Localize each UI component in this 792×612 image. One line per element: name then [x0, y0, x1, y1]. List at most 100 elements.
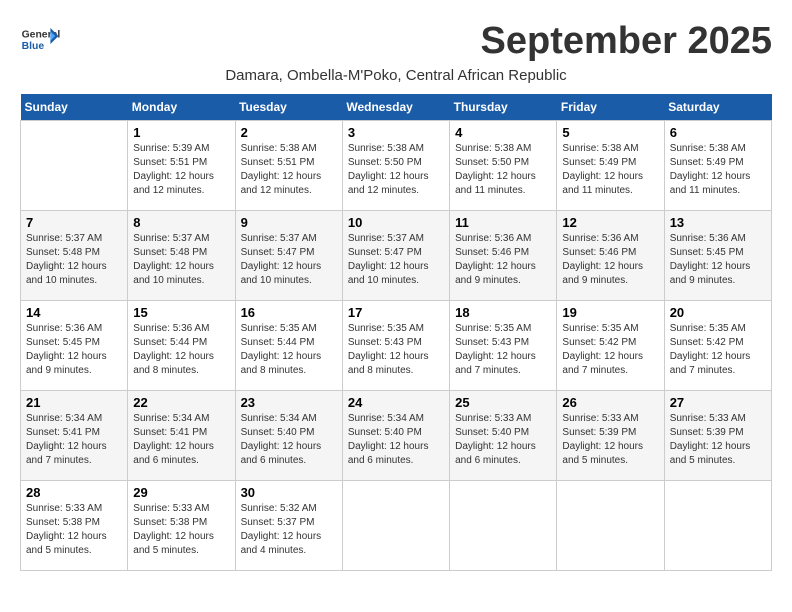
day-number: 12 — [562, 215, 658, 230]
day-info: Sunrise: 5:37 AM Sunset: 5:48 PM Dayligh… — [133, 232, 229, 288]
day-cell: 7 Sunrise: 5:37 AM Sunset: 5:48 PM Daylig… — [21, 211, 128, 301]
day-cell: 18 Sunrise: 5:35 AM Sunset: 5:43 PM Dayli… — [450, 301, 557, 391]
day-number: 18 — [455, 305, 551, 320]
header-cell-wednesday: Wednesday — [342, 94, 449, 121]
week-row-5: 28 Sunrise: 5:33 AM Sunset: 5:38 PM Dayli… — [21, 481, 772, 571]
day-number: 14 — [26, 305, 122, 320]
day-cell: 11Sunrise: 5:36 AM Sunset: 5:46 PM Dayli… — [450, 211, 557, 301]
day-cell: 21 Sunrise: 5:34 AM Sunset: 5:41 PM Dayli… — [21, 391, 128, 481]
day-cell — [664, 481, 771, 571]
day-number: 7 — [26, 215, 122, 230]
day-info: Sunrise: 5:33 AM Sunset: 5:38 PM Dayligh… — [26, 502, 122, 558]
logo: General Blue — [20, 20, 64, 60]
day-info: Sunrise: 5:36 AM Sunset: 5:45 PM Dayligh… — [26, 322, 122, 378]
day-number: 10 — [348, 215, 444, 230]
day-number: 30 — [241, 485, 337, 500]
day-cell: 24 Sunrise: 5:34 AM Sunset: 5:40 PM Dayli… — [342, 391, 449, 481]
day-info: Sunrise: 5:36 AM Sunset: 5:45 PM Dayligh… — [670, 232, 766, 288]
header-cell-saturday: Saturday — [664, 94, 771, 121]
day-cell: 4 Sunrise: 5:38 AM Sunset: 5:50 PM Daylig… — [450, 121, 557, 211]
day-info: Sunrise: 5:39 AM Sunset: 5:51 PM Dayligh… — [133, 142, 229, 198]
day-number: 1 — [133, 125, 229, 140]
day-info: Sunrise: 5:37 AM Sunset: 5:48 PM Dayligh… — [26, 232, 122, 288]
header-row: SundayMondayTuesdayWednesdayThursdayFrid… — [21, 94, 772, 121]
week-row-3: 14 Sunrise: 5:36 AM Sunset: 5:45 PM Dayli… — [21, 301, 772, 391]
day-info: Sunrise: 5:35 AM Sunset: 5:42 PM Dayligh… — [670, 322, 766, 378]
month-title: September 2025 — [481, 20, 773, 63]
day-number: 21 — [26, 395, 122, 410]
day-cell: 28 Sunrise: 5:33 AM Sunset: 5:38 PM Dayli… — [21, 481, 128, 571]
day-info: Sunrise: 5:35 AM Sunset: 5:42 PM Dayligh… — [562, 322, 658, 378]
day-number: 23 — [241, 395, 337, 410]
day-number: 13 — [670, 215, 766, 230]
day-info: Sunrise: 5:36 AM Sunset: 5:44 PM Dayligh… — [133, 322, 229, 378]
day-cell: 5 Sunrise: 5:38 AM Sunset: 5:49 PM Daylig… — [557, 121, 664, 211]
day-info: Sunrise: 5:35 AM Sunset: 5:44 PM Dayligh… — [241, 322, 337, 378]
day-cell: 9Sunrise: 5:37 AM Sunset: 5:47 PM Daylig… — [235, 211, 342, 301]
day-number: 22 — [133, 395, 229, 410]
day-cell: 8Sunrise: 5:37 AM Sunset: 5:48 PM Daylig… — [128, 211, 235, 301]
header-cell-sunday: Sunday — [21, 94, 128, 121]
day-cell: 15 Sunrise: 5:36 AM Sunset: 5:44 PM Dayli… — [128, 301, 235, 391]
day-cell: 1 Sunrise: 5:39 AM Sunset: 5:51 PM Daylig… — [128, 121, 235, 211]
day-cell: 6Sunrise: 5:38 AM Sunset: 5:49 PM Daylig… — [664, 121, 771, 211]
day-cell — [557, 481, 664, 571]
day-cell: 16Sunrise: 5:35 AM Sunset: 5:44 PM Dayli… — [235, 301, 342, 391]
day-info: Sunrise: 5:34 AM Sunset: 5:40 PM Dayligh… — [241, 412, 337, 468]
header-cell-friday: Friday — [557, 94, 664, 121]
week-row-4: 21 Sunrise: 5:34 AM Sunset: 5:41 PM Dayli… — [21, 391, 772, 481]
day-cell: 29 Sunrise: 5:33 AM Sunset: 5:38 PM Dayli… — [128, 481, 235, 571]
day-info: Sunrise: 5:33 AM Sunset: 5:38 PM Dayligh… — [133, 502, 229, 558]
day-number: 26 — [562, 395, 658, 410]
svg-text:Blue: Blue — [22, 41, 45, 52]
day-number: 2 — [241, 125, 337, 140]
week-row-1: 1 Sunrise: 5:39 AM Sunset: 5:51 PM Daylig… — [21, 121, 772, 211]
day-number: 4 — [455, 125, 551, 140]
day-cell: 22Sunrise: 5:34 AM Sunset: 5:41 PM Dayli… — [128, 391, 235, 481]
day-info: Sunrise: 5:33 AM Sunset: 5:39 PM Dayligh… — [562, 412, 658, 468]
day-number: 27 — [670, 395, 766, 410]
day-info: Sunrise: 5:33 AM Sunset: 5:39 PM Dayligh… — [670, 412, 766, 468]
day-number: 20 — [670, 305, 766, 320]
day-number: 28 — [26, 485, 122, 500]
day-cell — [450, 481, 557, 571]
day-info: Sunrise: 5:35 AM Sunset: 5:43 PM Dayligh… — [455, 322, 551, 378]
day-number: 5 — [562, 125, 658, 140]
day-info: Sunrise: 5:37 AM Sunset: 5:47 PM Dayligh… — [348, 232, 444, 288]
day-info: Sunrise: 5:34 AM Sunset: 5:41 PM Dayligh… — [26, 412, 122, 468]
day-info: Sunrise: 5:38 AM Sunset: 5:51 PM Dayligh… — [241, 142, 337, 198]
day-number: 24 — [348, 395, 444, 410]
day-info: Sunrise: 5:33 AM Sunset: 5:40 PM Dayligh… — [455, 412, 551, 468]
day-cell: 12 Sunrise: 5:36 AM Sunset: 5:46 PM Dayli… — [557, 211, 664, 301]
header-cell-thursday: Thursday — [450, 94, 557, 121]
day-cell: 19 Sunrise: 5:35 AM Sunset: 5:42 PM Dayli… — [557, 301, 664, 391]
day-number: 29 — [133, 485, 229, 500]
day-cell: 10 Sunrise: 5:37 AM Sunset: 5:47 PM Dayli… — [342, 211, 449, 301]
header: General Blue September 2025 — [20, 20, 772, 63]
day-info: Sunrise: 5:37 AM Sunset: 5:47 PM Dayligh… — [241, 232, 337, 288]
day-info: Sunrise: 5:38 AM Sunset: 5:50 PM Dayligh… — [348, 142, 444, 198]
day-cell: 3 Sunrise: 5:38 AM Sunset: 5:50 PM Daylig… — [342, 121, 449, 211]
day-cell — [21, 121, 128, 211]
day-cell: 17Sunrise: 5:35 AM Sunset: 5:43 PM Dayli… — [342, 301, 449, 391]
day-info: Sunrise: 5:38 AM Sunset: 5:49 PM Dayligh… — [670, 142, 766, 198]
day-info: Sunrise: 5:38 AM Sunset: 5:49 PM Dayligh… — [562, 142, 658, 198]
header-cell-tuesday: Tuesday — [235, 94, 342, 121]
day-cell: 27 Sunrise: 5:33 AM Sunset: 5:39 PM Dayli… — [664, 391, 771, 481]
day-number: 3 — [348, 125, 444, 140]
day-info: Sunrise: 5:36 AM Sunset: 5:46 PM Dayligh… — [562, 232, 658, 288]
day-cell: 30Sunrise: 5:32 AM Sunset: 5:37 PM Dayli… — [235, 481, 342, 571]
day-number: 17 — [348, 305, 444, 320]
calendar-table: SundayMondayTuesdayWednesdayThursdayFrid… — [20, 94, 772, 571]
day-info: Sunrise: 5:34 AM Sunset: 5:40 PM Dayligh… — [348, 412, 444, 468]
day-cell: 25Sunrise: 5:33 AM Sunset: 5:40 PM Dayli… — [450, 391, 557, 481]
day-cell: 23 Sunrise: 5:34 AM Sunset: 5:40 PM Dayli… — [235, 391, 342, 481]
day-info: Sunrise: 5:36 AM Sunset: 5:46 PM Dayligh… — [455, 232, 551, 288]
day-number: 15 — [133, 305, 229, 320]
day-cell: 14 Sunrise: 5:36 AM Sunset: 5:45 PM Dayli… — [21, 301, 128, 391]
day-number: 19 — [562, 305, 658, 320]
day-cell: 26 Sunrise: 5:33 AM Sunset: 5:39 PM Dayli… — [557, 391, 664, 481]
day-cell — [342, 481, 449, 571]
subtitle: Damara, Ombella-M'Poko, Central African … — [20, 67, 772, 84]
day-info: Sunrise: 5:38 AM Sunset: 5:50 PM Dayligh… — [455, 142, 551, 198]
